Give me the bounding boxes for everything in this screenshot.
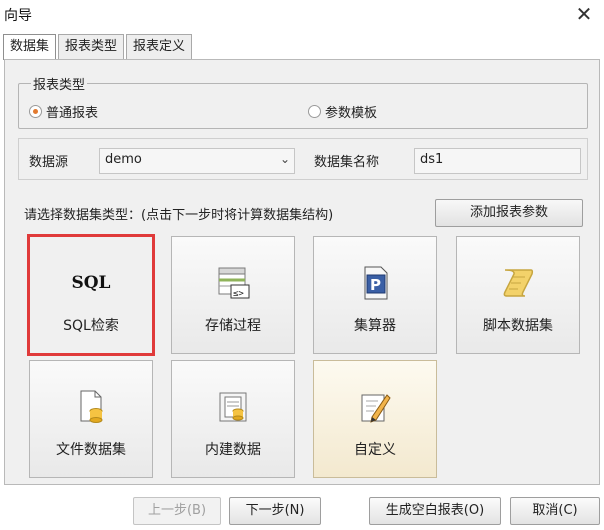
datasource-row: 数据源 demo ⌄ 数据集名称 ds1 bbox=[18, 138, 588, 180]
dataset-name-field[interactable]: ds1 bbox=[414, 148, 581, 174]
tab-strip: 数据集 报表类型 报表定义 bbox=[3, 34, 194, 60]
wizard-dialog: 向导 ✕ 数据集 报表类型 报表定义 报表类型 普通报表 参数模板 数据源 de… bbox=[0, 0, 604, 530]
custom-edit-icon bbox=[314, 389, 436, 425]
tile-script-dataset[interactable]: 脚本数据集 bbox=[456, 236, 580, 354]
file-dataset-icon bbox=[30, 389, 152, 425]
radio-normal-report[interactable]: 普通报表 bbox=[29, 102, 98, 121]
tile-custom[interactable]: 自定义 bbox=[313, 360, 437, 478]
tile-stored-procedure-label: 存储过程 bbox=[205, 318, 261, 334]
dataset-name-value: ds1 bbox=[420, 152, 444, 167]
script-scroll-icon bbox=[457, 265, 579, 301]
tile-stored-procedure[interactable]: ≤> 存储过程 bbox=[171, 236, 295, 354]
close-button[interactable]: ✕ bbox=[572, 2, 596, 26]
datasource-label: 数据源 bbox=[29, 155, 69, 170]
builtin-data-icon bbox=[172, 389, 294, 425]
radio-param-template-label: 参数模板 bbox=[325, 106, 378, 121]
sql-icon-text: SQL bbox=[71, 273, 111, 293]
generate-blank-report-button[interactable]: 生成空白报表(O) bbox=[369, 497, 501, 525]
tile-script-dataset-label: 脚本数据集 bbox=[483, 318, 553, 334]
radio-checked-icon bbox=[29, 105, 42, 118]
tile-sql-query[interactable]: SQL SQL检索 bbox=[27, 234, 155, 356]
prev-step-button[interactable]: 上一步(B) bbox=[133, 497, 221, 525]
tab-report-definition[interactable]: 报表定义 bbox=[126, 34, 193, 59]
tile-calculator-label: 集算器 bbox=[354, 318, 396, 334]
stored-procedure-icon: ≤> bbox=[172, 265, 294, 301]
cancel-button[interactable]: 取消(C) bbox=[510, 497, 600, 525]
tile-file-dataset[interactable]: 文件数据集 bbox=[29, 360, 153, 478]
tab-panel: 报表类型 普通报表 参数模板 数据源 demo ⌄ 数据集名称 ds1 请选择数… bbox=[4, 59, 600, 485]
tab-report-type[interactable]: 报表类型 bbox=[58, 34, 125, 59]
window-title: 向导 bbox=[4, 8, 32, 24]
dataset-name-label: 数据集名称 bbox=[314, 155, 380, 170]
sql-icon: SQL bbox=[30, 265, 152, 301]
chevron-down-icon: ⌄ bbox=[279, 152, 290, 166]
radio-param-template[interactable]: 参数模板 bbox=[308, 102, 377, 121]
tile-builtin-data-label: 内建数据 bbox=[205, 442, 261, 458]
tile-sql-query-label: SQL检索 bbox=[63, 318, 119, 334]
datasource-value: demo bbox=[105, 152, 142, 167]
report-type-group: 报表类型 普通报表 参数模板 bbox=[18, 74, 588, 129]
calculator-p-icon: P bbox=[314, 265, 436, 301]
report-type-legend: 报表类型 bbox=[31, 74, 88, 93]
radio-unchecked-icon bbox=[308, 105, 321, 118]
tile-custom-label: 自定义 bbox=[354, 442, 396, 458]
tile-builtin-data[interactable]: 内建数据 bbox=[171, 360, 295, 478]
calculator-p-glyph: P bbox=[370, 276, 381, 294]
title-bar: 向导 ✕ bbox=[0, 0, 604, 28]
radio-normal-report-label: 普通报表 bbox=[46, 106, 99, 121]
tile-calculator[interactable]: P 集算器 bbox=[313, 236, 437, 354]
next-step-button[interactable]: 下一步(N) bbox=[229, 497, 321, 525]
svg-text:≤>: ≤> bbox=[233, 289, 244, 299]
datasource-select[interactable]: demo ⌄ bbox=[99, 148, 295, 174]
add-report-param-button[interactable]: 添加报表参数 bbox=[435, 199, 583, 227]
tab-dataset[interactable]: 数据集 bbox=[3, 34, 57, 60]
tile-file-dataset-label: 文件数据集 bbox=[56, 442, 126, 458]
dataset-type-hint: 请选择数据集类型：(点击下一步时将计算数据集结构) bbox=[24, 208, 334, 223]
